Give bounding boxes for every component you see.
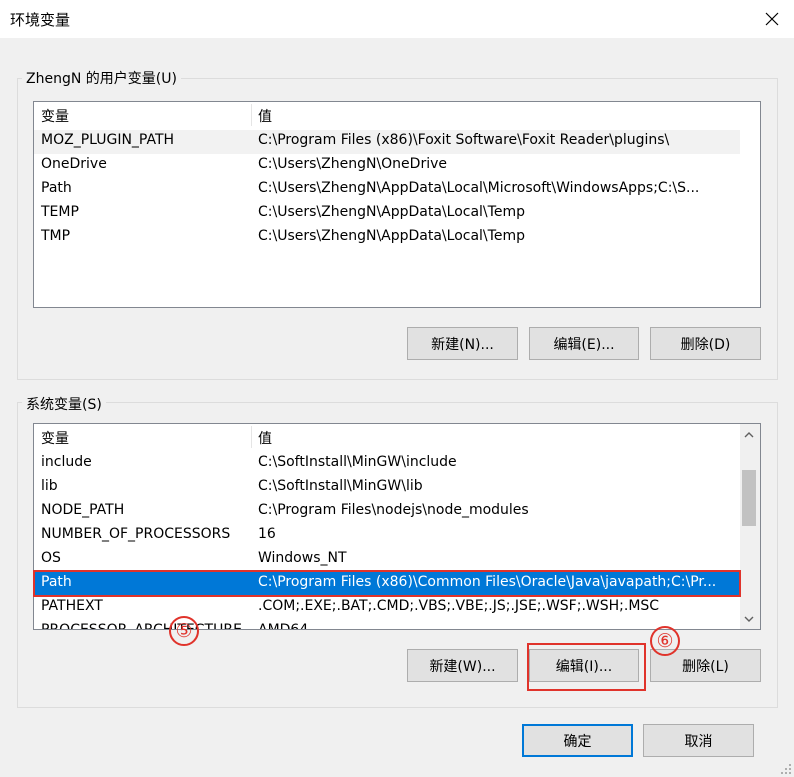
- column-header-value[interactable]: 值: [258, 428, 272, 448]
- window-title: 环境变量: [10, 11, 71, 29]
- table-row[interactable]: NODE_PATH C:\Program Files\nodejs\node_m…: [34, 500, 740, 524]
- system-new-button[interactable]: 新建(W)...: [407, 649, 518, 682]
- title-bar: 环境变量: [0, 0, 794, 38]
- table-row[interactable]: MOZ_PLUGIN_PATH C:\Program Files (x86)\F…: [34, 130, 740, 154]
- table-row[interactable]: lib C:\SoftInstall\MinGW\lib: [34, 476, 740, 500]
- user-edit-button[interactable]: 编辑(E)...: [529, 327, 639, 360]
- vertical-scrollbar[interactable]: [740, 424, 760, 629]
- scroll-down-arrow[interactable]: [740, 610, 758, 628]
- column-header-variable[interactable]: 变量: [41, 428, 69, 448]
- column-header-value[interactable]: 值: [258, 106, 272, 126]
- table-row[interactable]: PROCESSOR_ARCHITECTURE AMD64: [34, 620, 740, 629]
- scroll-up-arrow[interactable]: [740, 426, 758, 444]
- table-row[interactable]: TMP C:\Users\ZhengN\AppData\Local\Temp: [34, 226, 740, 250]
- chevron-up-icon: [744, 432, 754, 438]
- user-new-button[interactable]: 新建(N)...: [407, 327, 518, 360]
- user-delete-button[interactable]: 删除(D): [650, 327, 761, 360]
- list-header: 变量 值: [34, 424, 760, 450]
- close-icon: [765, 12, 779, 26]
- table-row[interactable]: OneDrive C:\Users\ZhengN\OneDrive: [34, 154, 740, 178]
- table-row[interactable]: include C:\SoftInstall\MinGW\include: [34, 452, 740, 476]
- system-variables-list[interactable]: 变量 值 include C:\SoftInstall\MinGW\includ…: [33, 423, 761, 630]
- chevron-down-icon: [744, 616, 754, 622]
- table-row[interactable]: NUMBER_OF_PROCESSORS 16: [34, 524, 740, 548]
- close-button[interactable]: [750, 0, 794, 38]
- scroll-thumb[interactable]: [742, 470, 756, 526]
- user-variables-label: ZhengN 的用户变量(U): [22, 68, 181, 88]
- table-row[interactable]: TEMP C:\Users\ZhengN\AppData\Local\Temp: [34, 202, 740, 226]
- cancel-button[interactable]: 取消: [643, 724, 754, 757]
- ok-button[interactable]: 确定: [522, 724, 633, 757]
- edit-button-highlight: [527, 643, 646, 691]
- table-row[interactable]: PATHEXT .COM;.EXE;.BAT;.CMD;.VBS;.VBE;.J…: [34, 596, 740, 620]
- table-row[interactable]: Path C:\Users\ZhengN\AppData\Local\Micro…: [34, 178, 740, 202]
- column-header-variable[interactable]: 变量: [41, 106, 69, 126]
- annotation-marker-5: ⑤: [169, 616, 199, 646]
- system-variables-label: 系统变量(S): [22, 394, 106, 414]
- list-header: 变量 值: [34, 102, 760, 128]
- annotation-marker-6: ⑥: [650, 626, 680, 656]
- user-variables-list[interactable]: 变量 值 MOZ_PLUGIN_PATH C:\Program Files (x…: [33, 101, 761, 308]
- resize-grip-icon[interactable]: [780, 763, 792, 775]
- path-row-highlight: [33, 570, 741, 597]
- table-row[interactable]: OS Windows_NT: [34, 548, 740, 572]
